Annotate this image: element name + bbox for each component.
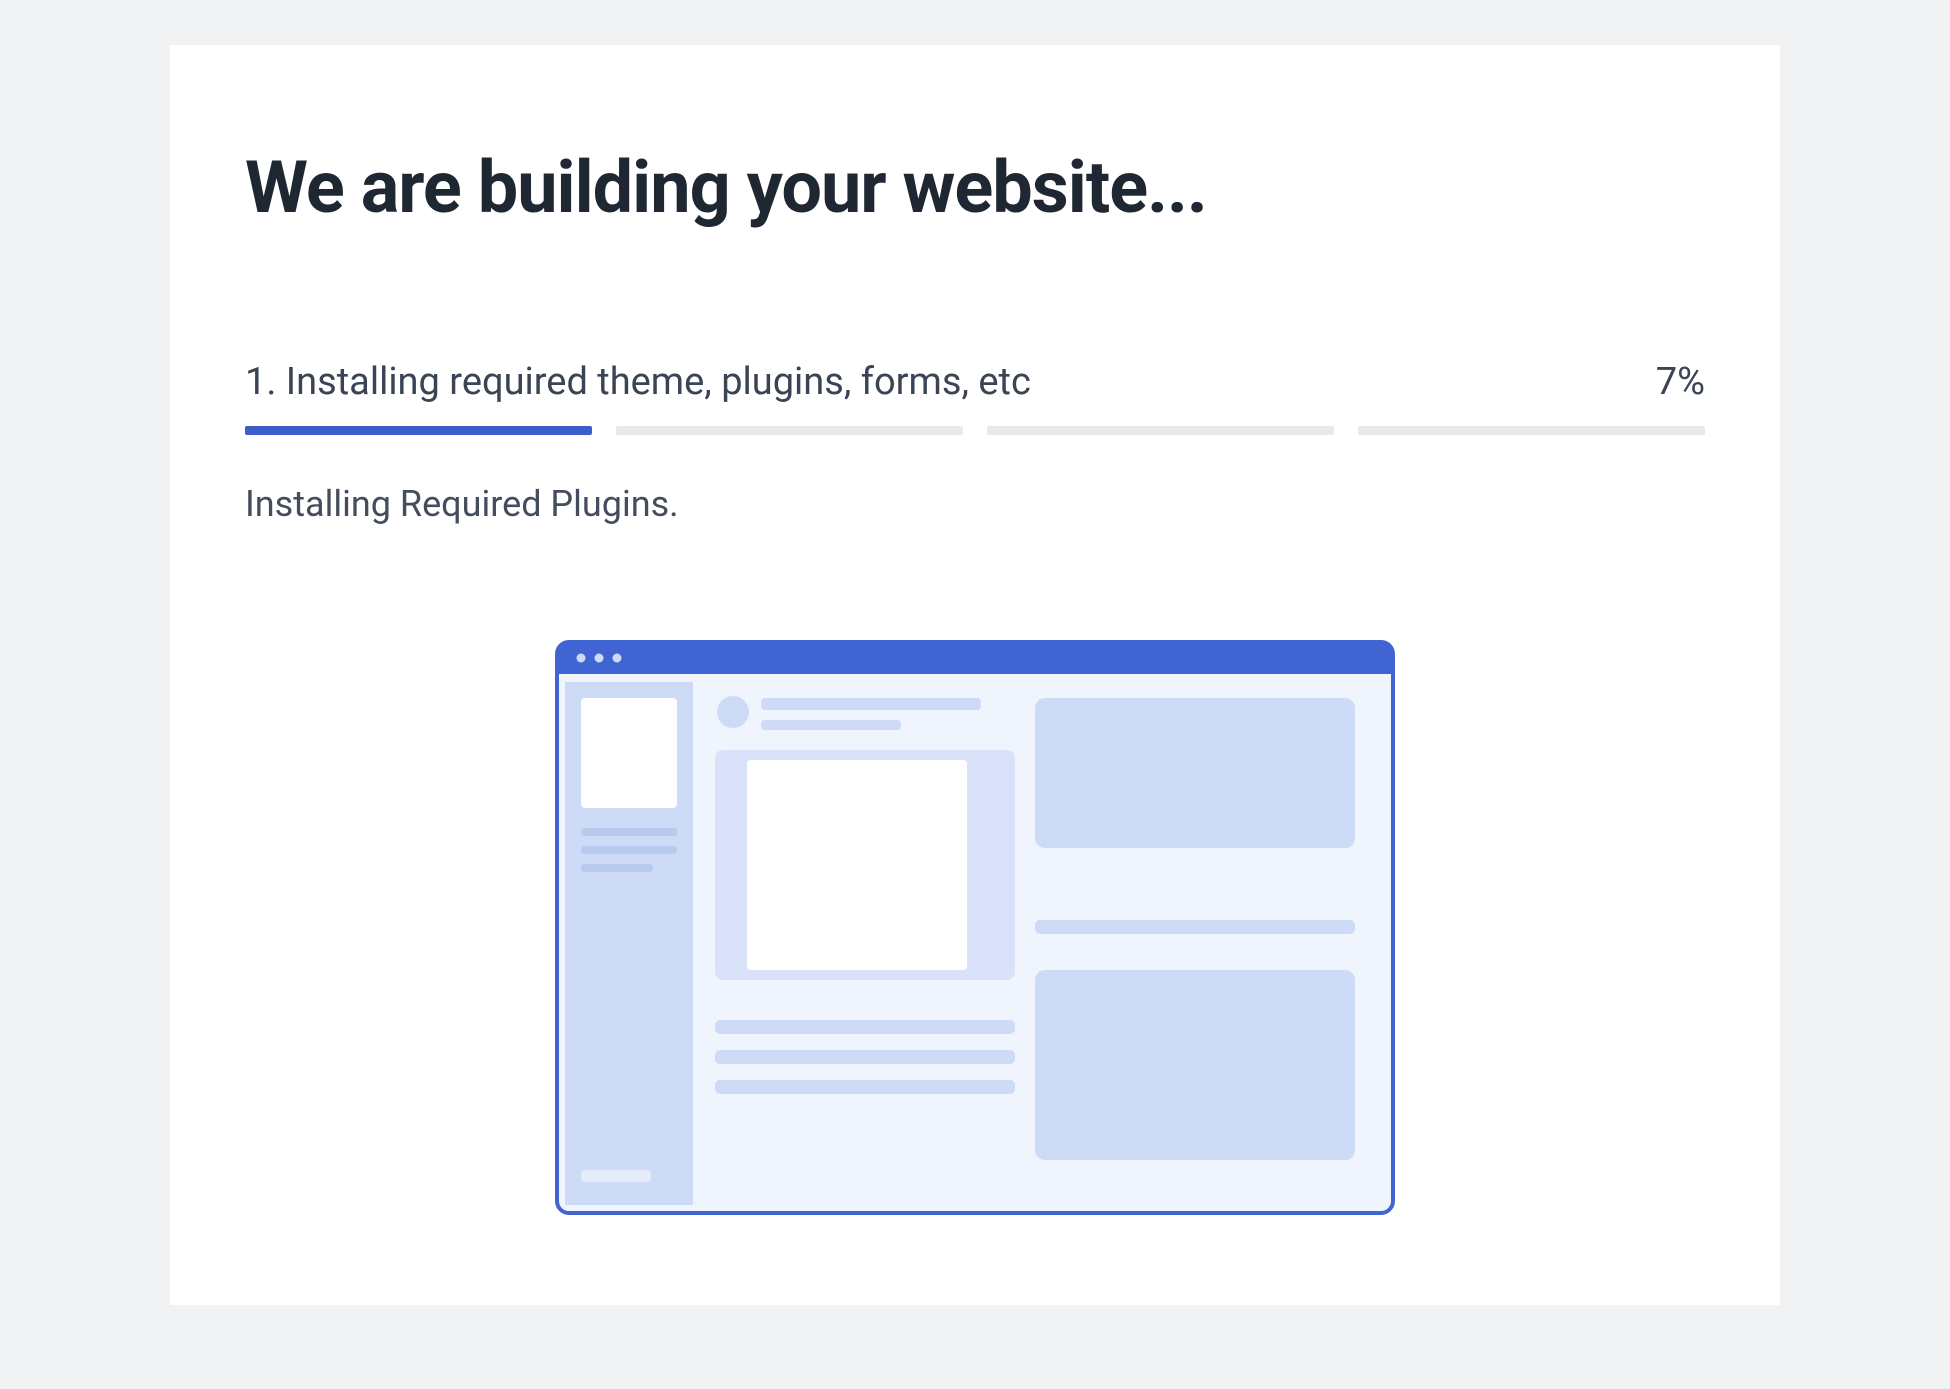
progress-percent: 7% — [1656, 360, 1705, 404]
progress-row: 1. Installing required theme, plugins, f… — [245, 360, 1705, 404]
progress-step-label: 1. Installing required theme, plugins, f… — [245, 360, 1031, 404]
progress-bar — [245, 426, 1705, 435]
page-heading: We are building your website... — [245, 145, 1705, 230]
progress-segment — [245, 426, 592, 435]
progress-segment — [1358, 426, 1705, 435]
progress-segment-fill — [245, 426, 592, 435]
progress-segment — [616, 426, 963, 435]
build-progress-card: We are building your website... 1. Insta… — [170, 45, 1780, 1305]
website-building-illustration — [555, 640, 1395, 1215]
status-text: Installing Required Plugins. — [245, 483, 1705, 525]
progress-segment — [987, 426, 1334, 435]
